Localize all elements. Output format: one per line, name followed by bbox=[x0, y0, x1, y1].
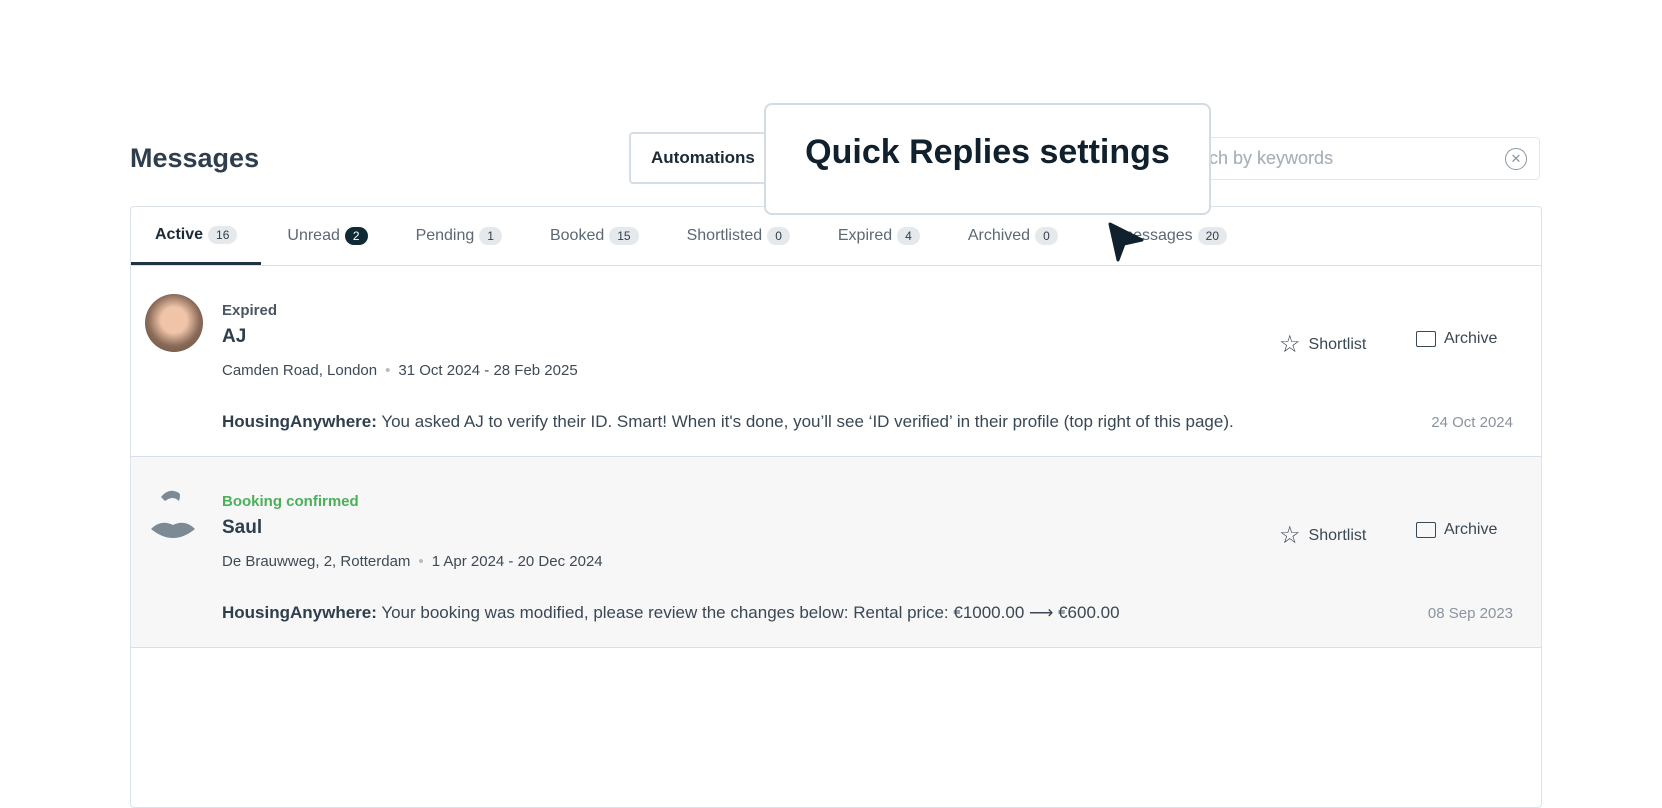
messages-panel: Active 16 Unread 2 Pending 1 Booked 15 Short… bbox=[130, 206, 1542, 808]
message-text: You asked AJ to verify their ID. Smart! … bbox=[381, 412, 1234, 431]
message-preview: HousingAnywhere: You asked AJ to verify … bbox=[222, 412, 1234, 432]
tab-count: 20 bbox=[1197, 227, 1228, 245]
archive-box-icon bbox=[1416, 331, 1436, 347]
archive-box-icon bbox=[1416, 522, 1436, 538]
tab-label: Pending bbox=[415, 227, 475, 244]
shortlist-label: Shortlist bbox=[1308, 526, 1367, 544]
star-icon: ☆ bbox=[1279, 522, 1301, 549]
tab-count: 15 bbox=[609, 227, 639, 245]
tab-booked[interactable]: Booked 15 bbox=[526, 207, 663, 265]
shortlist-button[interactable]: ☆ Shortlist bbox=[1279, 330, 1366, 359]
tab-label: Shortlisted bbox=[686, 227, 763, 244]
tab-expired[interactable]: Expired 4 bbox=[814, 207, 944, 265]
message-preview: HousingAnywhere: Your booking was modifi… bbox=[222, 603, 1120, 623]
tab-count: 1 bbox=[479, 227, 502, 245]
listing-meta: De Brauwweg, 2, Rotterdam • 1 Apr 2024 - 2… bbox=[222, 553, 603, 570]
message-date: 08 Sep 2023 bbox=[1427, 605, 1513, 622]
tab-active[interactable]: Active 16 bbox=[131, 207, 262, 265]
archive-label: Archive bbox=[1444, 521, 1498, 538]
avatar bbox=[145, 294, 203, 352]
mouse-cursor-icon bbox=[1108, 222, 1144, 267]
tab-shortlisted[interactable]: Shortlisted 0 bbox=[663, 207, 814, 265]
tab-label: Archived bbox=[967, 227, 1031, 244]
tab-pending[interactable]: Pending 1 bbox=[392, 207, 526, 265]
tab-unread[interactable]: Unread 2 bbox=[261, 207, 391, 265]
shortlist-label: Shortlist bbox=[1308, 335, 1367, 353]
sender: HousingAnywhere: bbox=[222, 412, 377, 431]
archive-label: Archive bbox=[1444, 330, 1498, 347]
default-avatar-icon bbox=[149, 487, 197, 548]
stay-dates: 31 Oct 2024 - 28 Feb 2025 bbox=[398, 362, 578, 379]
tab-count: 16 bbox=[208, 225, 238, 244]
quick-replies-tooltip: Quick Replies settings bbox=[764, 103, 1211, 215]
listing-meta: Camden Road, London • 31 Oct 2024 - 28 Feb… bbox=[222, 362, 578, 379]
conversation-row[interactable]: Booking confirmed Saul De Brauwweg, 2, R… bbox=[131, 457, 1541, 648]
tenant-name: Saul bbox=[222, 517, 263, 538]
status-label: Expired bbox=[222, 302, 278, 319]
stay-dates: 1 Apr 2024 - 20 Dec 2024 bbox=[431, 553, 603, 570]
sender: HousingAnywhere: bbox=[222, 603, 377, 622]
tab-count: 2 bbox=[344, 227, 368, 245]
archive-button[interactable]: Archive bbox=[1416, 521, 1497, 539]
message-text: Your booking was modified, please review… bbox=[381, 603, 1120, 622]
tab-count: 4 bbox=[897, 227, 920, 245]
address: Camden Road, London bbox=[222, 362, 378, 379]
tab-label: Unread bbox=[287, 227, 340, 244]
tab-bar: Active 16 Unread 2 Pending 1 Booked 15 Short… bbox=[131, 207, 1541, 266]
status-label: Booking confirmed bbox=[222, 493, 359, 510]
page-title: Messages bbox=[130, 143, 260, 173]
conversation-row[interactable]: Expired AJ Camden Road, London • 31 Oct 20… bbox=[131, 266, 1541, 457]
tab-label: Booked bbox=[549, 227, 605, 244]
tab-count: 0 bbox=[767, 227, 790, 245]
separator-dot: • bbox=[418, 553, 424, 570]
separator-dot: • bbox=[385, 362, 391, 379]
tab-label: Active bbox=[155, 225, 204, 243]
shortlist-button[interactable]: ☆ Shortlist bbox=[1279, 521, 1366, 550]
archive-button[interactable]: Archive bbox=[1416, 330, 1497, 348]
tab-count: 0 bbox=[1035, 227, 1058, 245]
tenant-name: AJ bbox=[222, 326, 247, 347]
address: De Brauwweg, 2, Rotterdam bbox=[222, 553, 411, 570]
tab-label: Expired bbox=[837, 227, 893, 244]
tab-archived[interactable]: Archived 0 bbox=[944, 207, 1082, 265]
message-date: 24 Oct 2024 bbox=[1431, 414, 1513, 431]
star-icon: ☆ bbox=[1279, 331, 1301, 358]
clear-search-icon[interactable]: ✕ bbox=[1505, 148, 1527, 170]
